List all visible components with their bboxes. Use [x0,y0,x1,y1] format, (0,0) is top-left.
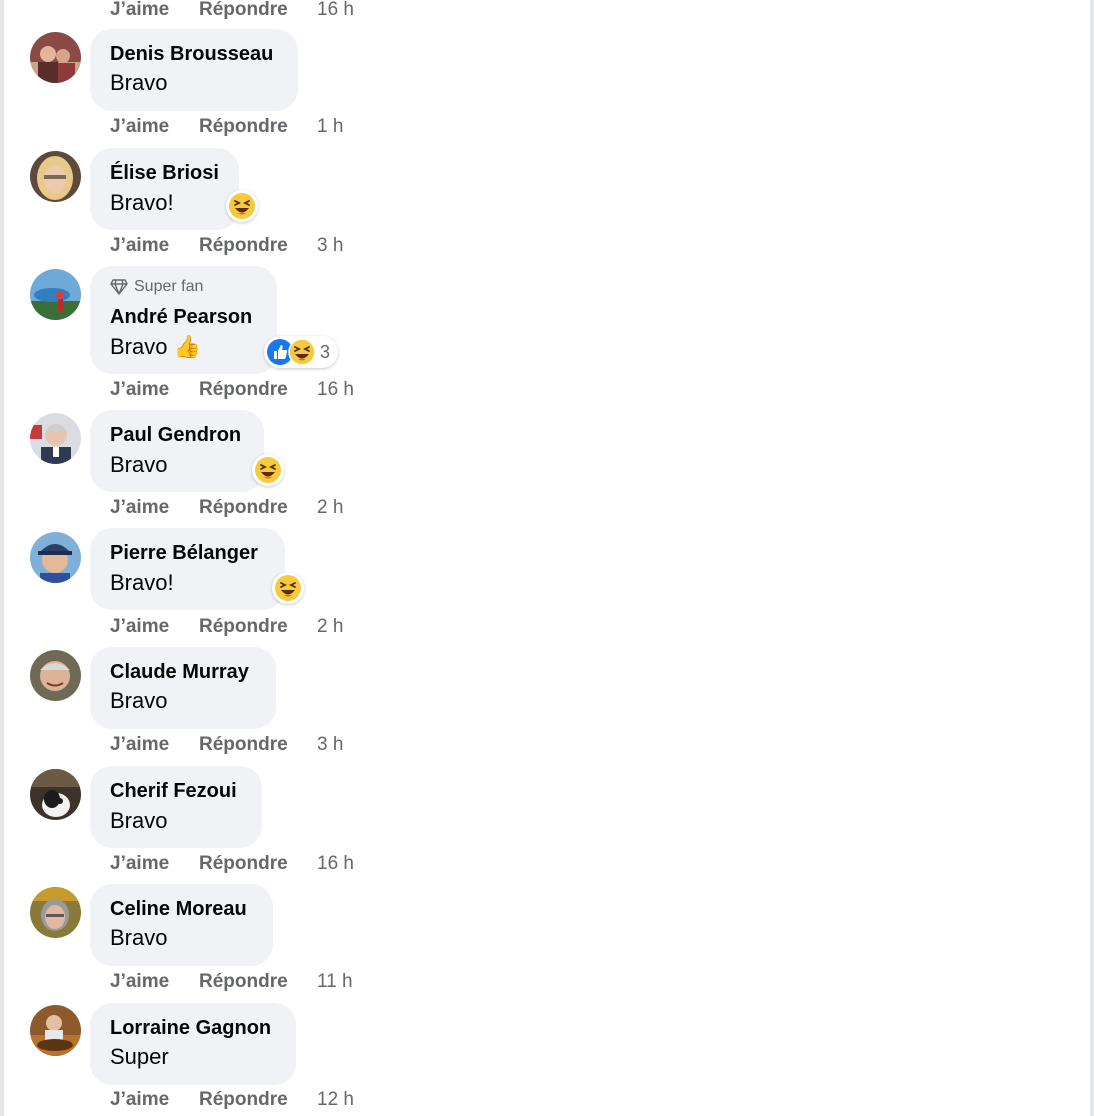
comment-author[interactable]: Claude Murray [110,661,249,684]
avatar[interactable] [30,650,81,701]
comment-text: Bravo! [110,570,174,595]
comment-text: Bravo 👍 [110,334,201,359]
like-button[interactable]: J’aime [110,0,199,21]
reaction-summary[interactable] [252,454,284,486]
comment-bubble: Denis Brousseau Bravo [90,29,298,111]
reply-button[interactable]: Répondre [199,0,317,21]
reaction-summary[interactable] [272,572,304,604]
comment-author[interactable]: André Pearson [110,306,252,329]
comment-bubble: Super fan André Pearson Bravo 👍 [90,266,277,374]
comment-actions: J’aime Répondre 3 h [110,733,343,757]
avatar[interactable] [30,269,81,320]
comment-text: Bravo [110,925,168,950]
haha-reaction-icon [229,193,255,219]
comment-timestamp[interactable]: 3 h [317,734,343,756]
comment-text: Super [110,1044,169,1069]
comment-text: Bravo [110,70,168,95]
comment-author[interactable]: Pierre Bélanger [110,542,258,565]
like-button[interactable]: J’aime [110,616,199,638]
comment-author[interactable]: Denis Brousseau [110,43,273,66]
comment-author[interactable]: Élise Briosi [110,162,219,185]
comment-author[interactable]: Cherif Fezoui [110,780,237,803]
comment-bubble: Paul Gendron Bravo [90,410,264,492]
avatar[interactable] [30,413,81,464]
reply-button[interactable]: Répondre [199,1089,317,1111]
reply-button[interactable]: Répondre [199,379,317,401]
comment-actions: J’aime Répondre 2 h [110,615,343,639]
comment-bubble: Claude Murray Bravo [90,647,276,729]
avatar[interactable] [30,532,81,583]
comment-author[interactable]: Paul Gendron [110,424,241,447]
reaction-summary[interactable]: 3 [264,336,339,368]
reaction-count: 3 [320,341,331,362]
comment-bubble: Celine Moreau Bravo [90,884,273,966]
comment-author[interactable]: Lorraine Gagnon [110,1017,271,1040]
panel-left-border [0,0,4,1116]
reaction-summary[interactable] [226,190,258,222]
comment-text: Bravo [110,808,168,833]
super-fan-badge: Super fan [110,278,203,296]
comment-actions: J’aime Répondre 12 h [110,1088,354,1112]
comment-actions: J’aime Répondre 16 h [110,852,354,876]
comment-text: Bravo [110,688,168,713]
reply-button[interactable]: Répondre [199,853,317,875]
comment-timestamp[interactable]: 2 h [317,497,343,519]
panel-right-border [1090,0,1094,1116]
badge-label: Super fan [134,278,204,295]
avatar[interactable] [30,32,81,83]
like-button[interactable]: J’aime [110,1089,199,1111]
like-button[interactable]: J’aime [110,116,199,138]
comment-actions: J’aime Répondre 3 h [110,234,343,258]
comment-actions: J’aime Répondre 11 h [110,970,353,994]
comment-timestamp[interactable]: 12 h [317,1089,354,1111]
comment-text: Bravo [110,452,168,477]
reply-button[interactable]: Répondre [199,971,317,993]
comment-timestamp[interactable]: 11 h [317,971,353,993]
comment-timestamp[interactable]: 2 h [317,616,343,638]
avatar[interactable] [30,887,81,938]
haha-reaction-icon [255,457,281,483]
comment-timestamp[interactable]: 16 h [317,0,354,21]
like-button[interactable]: J’aime [110,853,199,875]
reply-button[interactable]: Répondre [199,497,317,519]
reply-button[interactable]: Répondre [199,616,317,638]
comment-timestamp[interactable]: 16 h [317,853,354,875]
comment-text: Bravo! [110,190,174,215]
like-button[interactable]: J’aime [110,971,199,993]
avatar[interactable] [30,769,81,820]
like-button[interactable]: J’aime [110,379,199,401]
reply-button[interactable]: Répondre [199,116,317,138]
like-button[interactable]: J’aime [110,497,199,519]
avatar[interactable] [30,1005,81,1056]
comment-bubble: Lorraine Gagnon Super [90,1003,296,1085]
haha-reaction-icon [288,338,316,366]
like-button[interactable]: J’aime [110,734,199,756]
diamond-icon [110,279,128,295]
like-button[interactable]: J’aime [110,235,199,257]
comment-bubble: Élise Briosi Bravo! [90,148,239,230]
comment-timestamp[interactable]: 1 h [317,116,343,138]
comment-actions-previous: J’aime Répondre 16 h [110,0,354,22]
comment-timestamp[interactable]: 16 h [317,379,354,401]
avatar[interactable] [30,151,81,202]
comment-bubble: Cherif Fezoui Bravo [90,766,262,848]
comment-author[interactable]: Celine Moreau [110,898,247,921]
comment-bubble: Pierre Bélanger Bravo! [90,528,285,610]
reply-button[interactable]: Répondre [199,734,317,756]
reply-button[interactable]: Répondre [199,235,317,257]
haha-reaction-icon [275,575,301,601]
comment-timestamp[interactable]: 3 h [317,235,343,257]
comment-actions: J’aime Répondre 1 h [110,115,343,139]
comment-actions: J’aime Répondre 16 h [110,378,354,402]
comment-actions: J’aime Répondre 2 h [110,496,343,520]
